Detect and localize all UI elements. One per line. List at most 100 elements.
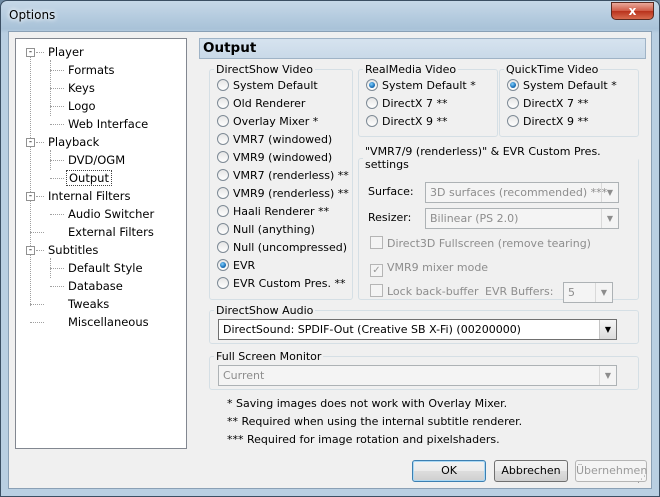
radio-label: System Default * [382, 79, 476, 92]
tree-item-subtitles[interactable]: Subtitles [46, 242, 100, 258]
page-title: Output [203, 40, 257, 56]
lock-back-buffer-checkbox[interactable]: Lock back-buffer [370, 284, 479, 300]
chevron-down-icon: ▼ [595, 283, 612, 302]
tree-item-internal-filters[interactable]: Internal Filters [46, 188, 132, 204]
tree-guide-line [50, 70, 64, 71]
evr-buffers-label: EVR Buffers: [485, 285, 554, 298]
tree-guide-line [36, 142, 44, 143]
directshow-audio-legend: DirectShow Audio [216, 304, 314, 317]
checkmark-icon: ✓ [370, 264, 383, 277]
chevron-down-icon: ▼ [601, 183, 618, 202]
tree-item-external-filters[interactable]: External Filters [66, 224, 156, 240]
note-overlay-mixer: * Saving images does not work with Overl… [227, 397, 508, 410]
radio-label: System Default [233, 79, 318, 92]
radio-off-icon [217, 169, 229, 181]
radio-label: EVR [233, 259, 256, 272]
tree-guide-line [50, 286, 64, 287]
cancel-button[interactable]: Abbrechen [494, 460, 568, 482]
tree-item-formats[interactable]: Formats [66, 62, 117, 78]
tree-item-web-interface[interactable]: Web Interface [66, 116, 150, 132]
collapse-icon[interactable]: - [26, 138, 35, 147]
tree-item-keys[interactable]: Keys [66, 80, 97, 96]
directshow-video-option[interactable]: Overlay Mixer * [217, 114, 318, 130]
radio-label: Haali Renderer ** [233, 205, 330, 218]
collapse-icon[interactable]: - [26, 192, 35, 201]
realmedia-video-option[interactable]: DirectX 9 ** [366, 114, 447, 130]
quicktime-video-option[interactable]: DirectX 9 ** [507, 114, 588, 130]
evr-buffers-value: 5 [568, 286, 575, 299]
chevron-down-icon: ▼ [601, 209, 618, 228]
chevron-down-icon: ▼ [599, 366, 616, 385]
tree-item-logo[interactable]: Logo [66, 98, 98, 114]
radio-off-icon [217, 79, 229, 91]
tree-guide-line [50, 258, 51, 278]
surface-select[interactable]: 3D surfaces (recommended) *** ▼ [425, 182, 619, 203]
fullscreen-monitor-select[interactable]: Current ▼ [218, 365, 617, 386]
radio-label: DirectX 9 ** [523, 115, 589, 128]
tree-item-dvd-ogm[interactable]: DVD/OGM [66, 152, 127, 168]
tree-item-player[interactable]: Player [46, 44, 86, 60]
options-tree: Player - Formats Keys Logo Web Interface Playb… [15, 38, 187, 449]
radio-label: EVR Custom Pres. ** [233, 277, 346, 290]
directshow-video-option[interactable]: Old Renderer [217, 96, 305, 112]
radio-off-icon [507, 97, 519, 109]
radio-on-icon [217, 259, 229, 271]
tree-guide-line [30, 304, 44, 305]
radio-label: DirectX 9 ** [382, 115, 448, 128]
fullscreen-monitor-legend: Full Screen Monitor [216, 350, 322, 363]
directshow-video-option[interactable]: VMR7 (renderless) ** [217, 168, 349, 184]
directshow-video-option[interactable]: VMR9 (windowed) [217, 150, 332, 166]
collapse-icon[interactable]: - [26, 246, 35, 255]
evr-buffers-select[interactable]: 5 ▼ [563, 282, 613, 303]
fullscreen-monitor-group: Full Screen Monitor Current ▼ [209, 350, 639, 390]
radio-off-icon [217, 151, 229, 163]
quicktime-video-option[interactable]: System Default * [507, 78, 617, 94]
tree-guide-line [30, 322, 44, 323]
radio-label: Null (anything) [233, 223, 315, 236]
directshow-video-option[interactable]: VMR9 (renderless) ** [217, 186, 349, 202]
tree-item-output[interactable]: Output [66, 170, 112, 186]
realmedia-video-group: RealMedia Video System Default * DirectX … [358, 63, 498, 137]
tree-item-tweaks[interactable]: Tweaks [66, 296, 111, 312]
resizer-select[interactable]: Bilinear (PS 2.0) ▼ [425, 208, 619, 229]
resize-grip-icon[interactable]: ⋰ [637, 474, 649, 486]
realmedia-video-option[interactable]: DirectX 7 ** [366, 96, 447, 112]
directshow-video-option[interactable]: Haali Renderer ** [217, 204, 329, 220]
directshow-video-legend: DirectShow Video [216, 63, 313, 76]
radio-off-icon [217, 187, 229, 199]
directshow-video-option[interactable]: Null (uncompressed) [217, 240, 347, 256]
d3d-fullscreen-checkbox[interactable]: Direct3D Fullscreen (remove tearing) [370, 236, 591, 252]
options-window: Options x Player - Formats Keys Logo Web Inte… [0, 0, 660, 497]
close-button[interactable]: x [611, 2, 654, 20]
radio-on-icon [507, 79, 519, 91]
quicktime-video-group: QuickTime Video System Default * DirectX … [499, 63, 639, 137]
note-pixelshaders: *** Required for image rotation and pixe… [227, 433, 500, 446]
collapse-icon[interactable]: - [26, 48, 35, 57]
tree-item-default-style[interactable]: Default Style [66, 260, 145, 276]
radio-label: VMR9 (renderless) ** [233, 187, 349, 200]
directshow-video-option[interactable]: Null (anything) [217, 222, 315, 238]
quicktime-video-option[interactable]: DirectX 7 ** [507, 96, 588, 112]
ok-button[interactable]: OK [412, 460, 486, 482]
realmedia-video-option[interactable]: System Default * [366, 78, 476, 94]
tree-item-audio-switcher[interactable]: Audio Switcher [66, 206, 156, 222]
directshow-video-option[interactable]: System Default [217, 78, 318, 94]
directshow-video-option[interactable]: EVR [217, 258, 255, 274]
directshow-video-group: DirectShow Video System Default Old Rende… [209, 63, 353, 300]
tree-item-miscellaneous[interactable]: Miscellaneous [66, 314, 151, 330]
tree-item-database[interactable]: Database [66, 278, 125, 294]
renderer-settings-group: "VMR7/9 (renderless)" & EVR Custom Pres.… [358, 145, 639, 303]
radio-label: VMR9 (windowed) [233, 151, 333, 164]
resizer-select-value: Bilinear (PS 2.0) [430, 212, 519, 225]
title-bar[interactable]: Options x [1, 1, 659, 31]
checkbox-box [370, 236, 383, 249]
directshow-video-option[interactable]: EVR Custom Pres. ** [217, 276, 345, 292]
directshow-video-option[interactable]: VMR7 (windowed) [217, 132, 332, 148]
tree-guide-line [50, 60, 51, 116]
close-icon: x [628, 4, 637, 18]
tree-item-playback[interactable]: Playback [46, 134, 101, 150]
audio-renderer-select[interactable]: DirectSound: SPDIF-Out (Creative SB X-Fi… [218, 319, 617, 340]
tree-guide-line [50, 106, 64, 107]
vmr9-mixer-label: VMR9 mixer mode [387, 261, 489, 274]
vmr9-mixer-checkbox[interactable]: ✓ VMR9 mixer mode [370, 260, 489, 277]
